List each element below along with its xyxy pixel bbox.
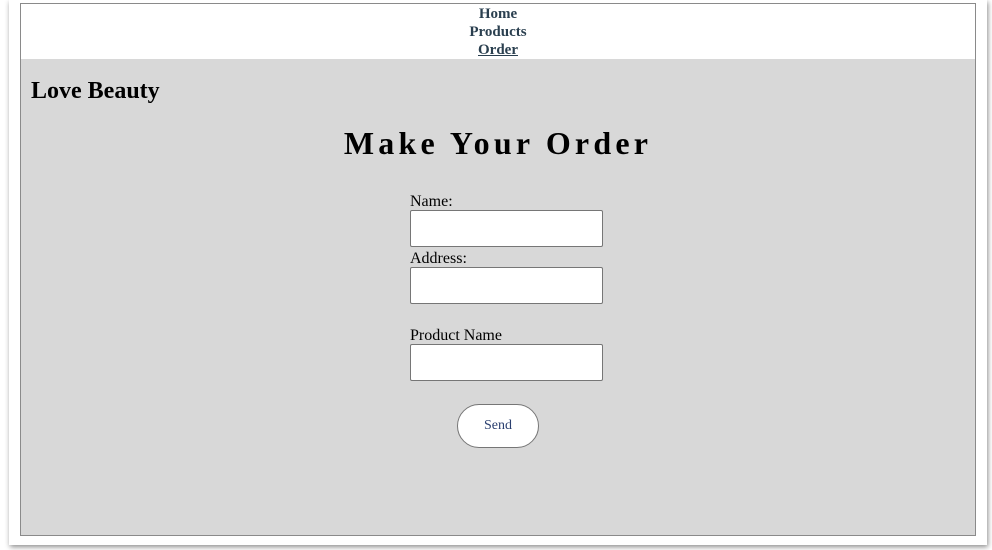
send-button[interactable]: Send <box>457 404 539 448</box>
nav-link-products[interactable]: Products <box>21 23 975 41</box>
name-label: Name: <box>410 193 453 210</box>
page-title: Make Your Order <box>343 125 653 161</box>
address-field[interactable] <box>410 267 603 304</box>
address-label: Address: <box>410 250 467 267</box>
product-name-field[interactable] <box>410 344 603 381</box>
brand-title: Love Beauty <box>31 78 160 104</box>
name-field[interactable] <box>410 210 603 247</box>
main-frame: Home Products Order Love Beauty Make You… <box>20 3 976 536</box>
product-name-label: Product Name <box>410 327 502 344</box>
nav-link-home[interactable]: Home <box>21 5 975 23</box>
nav-link-order[interactable]: Order <box>21 41 975 59</box>
top-nav: Home Products Order <box>21 4 975 59</box>
